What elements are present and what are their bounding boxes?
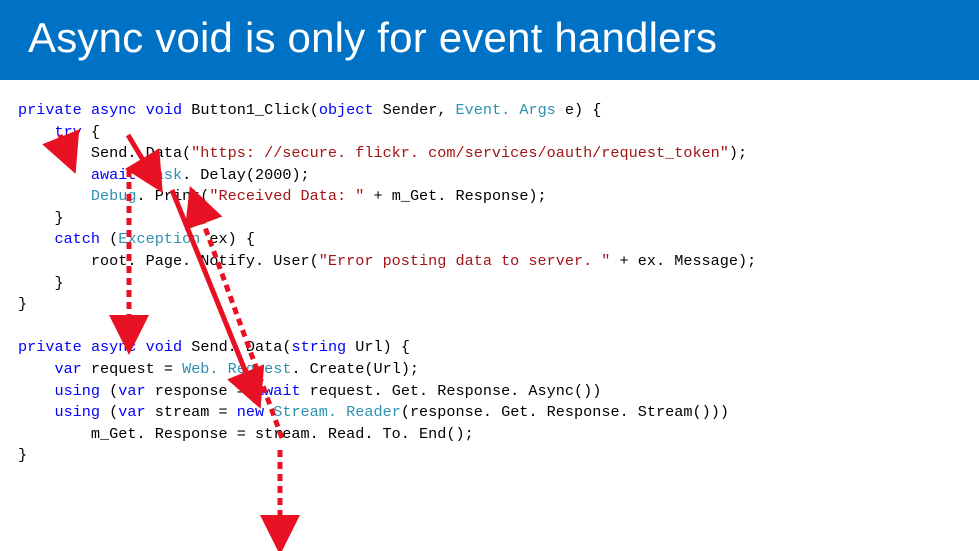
txt: Send. Data( (18, 144, 191, 162)
txt: . Create(Url); (291, 360, 419, 378)
txt: } (18, 274, 64, 292)
str: "https: //secure. flickr. com/services/o… (191, 144, 729, 162)
kw-private: private (18, 338, 82, 356)
slide-title: Async void is only for event handlers (0, 0, 979, 80)
txt (136, 166, 145, 184)
txt: stream = (146, 403, 237, 421)
txt: ( (100, 403, 118, 421)
kw-object: object (319, 101, 374, 119)
txt: request = (82, 360, 182, 378)
txt: request. Get. Response. Async()) (301, 382, 602, 400)
type-eventargs: Event. Args (456, 101, 556, 119)
txt: ( (100, 230, 118, 248)
kw-var: var (18, 360, 82, 378)
txt: Button1_Click( (182, 101, 319, 119)
kw-await: await (255, 382, 301, 400)
kw-void: void (146, 101, 182, 119)
kw-async: async (91, 101, 137, 119)
txt: } (18, 295, 27, 313)
kw-void: void (146, 338, 182, 356)
txt (18, 187, 91, 205)
txt: m_Get. Response = stream. Read. To. End(… (18, 425, 474, 443)
type-debug: Debug (91, 187, 137, 205)
txt: } (18, 446, 27, 464)
type-streamreader: Stream. Reader (273, 403, 401, 421)
kw-var: var (118, 403, 145, 421)
txt: e) { (556, 101, 602, 119)
txt: ex) { (200, 230, 255, 248)
txt: response = (146, 382, 255, 400)
txt: Url) { (346, 338, 410, 356)
txt: + ex. Message); (610, 252, 756, 270)
kw-string: string (291, 338, 346, 356)
kw-try: try (18, 123, 82, 141)
code-block: private async void Button1_Click(object … (0, 80, 979, 467)
txt: Send. Data( (182, 338, 291, 356)
type-webrequest: Web. Request (182, 360, 291, 378)
txt: + m_Get. Response); (364, 187, 546, 205)
kw-private: private (18, 101, 82, 119)
txt: . Delay(2000); (182, 166, 310, 184)
txt: . Print( (137, 187, 210, 205)
str: "Received Data: " (209, 187, 364, 205)
kw-using: using (18, 382, 100, 400)
txt: (response. Get. Response. Stream())) (401, 403, 729, 421)
kw-new: new (237, 403, 264, 421)
txt: root. Page. Notify. User( (18, 252, 319, 270)
kw-catch: catch (18, 230, 100, 248)
txt: } (18, 209, 64, 227)
kw-using: using (18, 403, 100, 421)
kw-async: async (91, 338, 137, 356)
txt: ( (100, 382, 118, 400)
kw-var: var (118, 382, 145, 400)
txt: Sender, (374, 101, 456, 119)
type-exception: Exception (118, 230, 200, 248)
kw-await: await (18, 166, 136, 184)
txt: { (82, 123, 100, 141)
txt (264, 403, 273, 421)
str: "Error posting data to server. " (319, 252, 611, 270)
txt: ); (729, 144, 747, 162)
type-task: Task (146, 166, 182, 184)
